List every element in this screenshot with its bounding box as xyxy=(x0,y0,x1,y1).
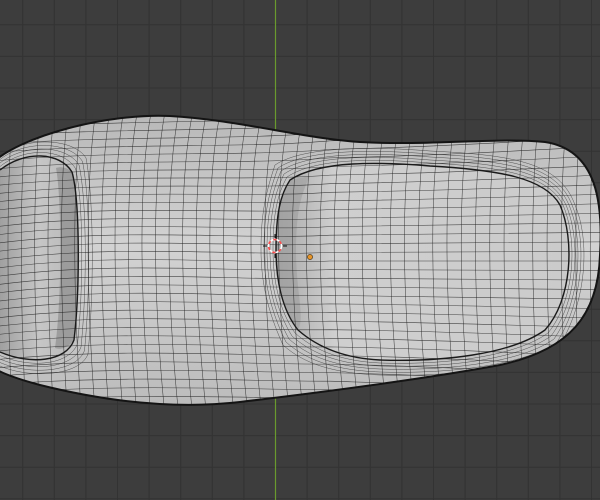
object-origin-dot[interactable] xyxy=(307,254,313,260)
viewport-canvas[interactable] xyxy=(0,0,600,500)
mesh-object[interactable] xyxy=(0,98,600,424)
wire-edge xyxy=(0,405,600,424)
3d-viewport[interactable] xyxy=(0,0,600,500)
wire-edge xyxy=(0,396,600,405)
wire-edge xyxy=(0,115,600,137)
